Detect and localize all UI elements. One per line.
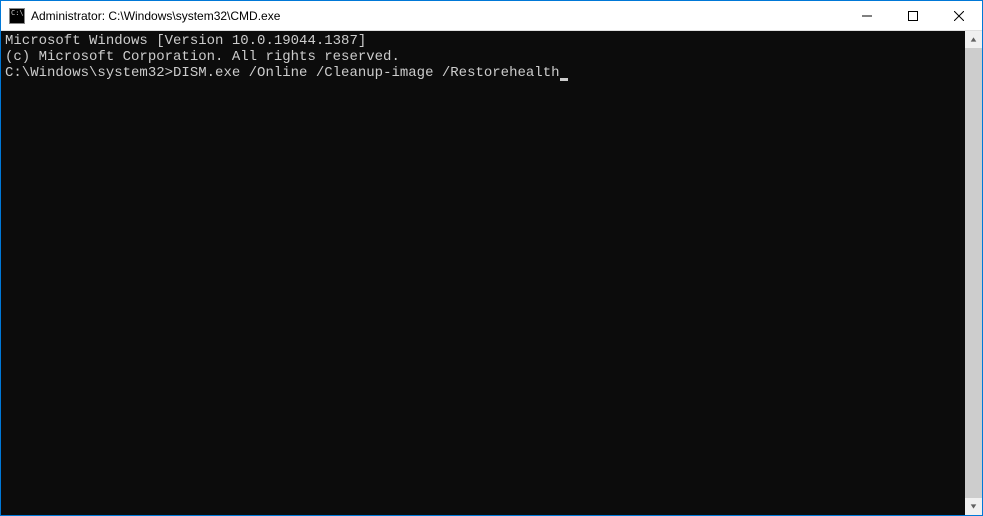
titlebar[interactable]: Administrator: C:\Windows\system32\CMD.e… — [1, 1, 982, 31]
terminal-prompt-line: C:\Windows\system32>DISM.exe /Online /Cl… — [5, 65, 961, 81]
minimize-button[interactable] — [844, 1, 890, 30]
scroll-down-button[interactable] — [965, 498, 982, 515]
vertical-scrollbar[interactable] — [965, 31, 982, 515]
scroll-up-button[interactable] — [965, 31, 982, 48]
terminal-line: (c) Microsoft Corporation. All rights re… — [5, 49, 961, 65]
terminal-line: Microsoft Windows [Version 10.0.19044.13… — [5, 33, 961, 49]
cmd-icon — [9, 8, 25, 24]
maximize-button[interactable] — [890, 1, 936, 30]
scroll-thumb[interactable] — [965, 48, 982, 498]
titlebar-title: Administrator: C:\Windows\system32\CMD.e… — [31, 9, 844, 23]
cmd-window: Administrator: C:\Windows\system32\CMD.e… — [1, 1, 982, 515]
window-controls — [844, 1, 982, 30]
close-button[interactable] — [936, 1, 982, 30]
scroll-track[interactable] — [965, 48, 982, 498]
terminal-prompt: C:\Windows\system32> — [5, 65, 173, 81]
terminal-cursor — [560, 78, 568, 81]
terminal-output[interactable]: Microsoft Windows [Version 10.0.19044.13… — [1, 31, 965, 515]
terminal-command-input[interactable]: DISM.exe /Online /Cleanup-image /Restore… — [173, 65, 559, 81]
terminal-wrap: Microsoft Windows [Version 10.0.19044.13… — [1, 31, 982, 515]
